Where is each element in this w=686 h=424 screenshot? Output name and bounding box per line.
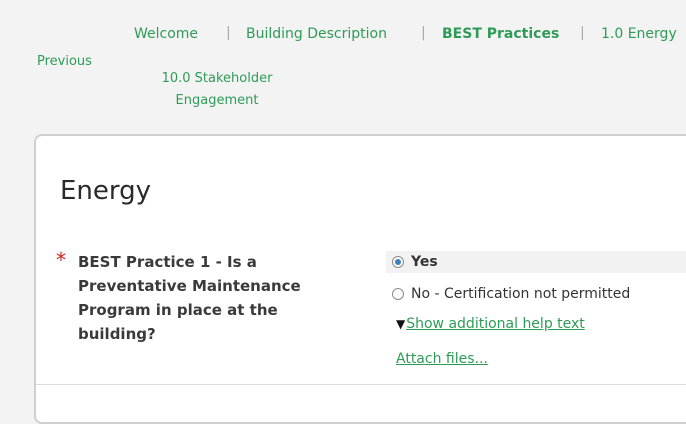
question-line1: BEST Practice 1 - Is a	[78, 253, 257, 271]
required-marker: *	[56, 248, 66, 272]
nav-separator: |	[421, 25, 426, 41]
option-no-label: No - Certification not permitted	[411, 286, 631, 302]
triangle-down-icon: ▼	[396, 317, 406, 331]
nav-best-practices[interactable]: BEST Practices	[442, 26, 559, 42]
question-label: BEST Practice 1 - Is a Preventative Main…	[78, 250, 348, 346]
option-yes[interactable]: Yes	[386, 251, 686, 273]
nav-stakeholder-engagement[interactable]: 10.0 Stakeholder Engagement	[132, 68, 302, 112]
question-line3: Program in place at the	[78, 301, 278, 319]
panel-title: Energy	[60, 176, 152, 206]
nav-welcome[interactable]: Welcome	[134, 26, 198, 42]
show-help-link[interactable]: Show additional help text	[406, 316, 585, 332]
previous-link[interactable]: Previous	[37, 54, 92, 69]
radio-yes[interactable]	[392, 256, 404, 268]
nav-separator: |	[226, 25, 231, 41]
nav-separator: |	[580, 25, 585, 41]
nav-stakeholder-line2: Engagement	[175, 93, 259, 108]
option-no[interactable]: No - Certification not permitted	[392, 286, 630, 302]
question-line2: Preventative Maintenance	[78, 277, 301, 295]
nav-energy[interactable]: 1.0 Energy	[601, 26, 677, 42]
question-line4: building?	[78, 325, 156, 343]
energy-panel: Energy * BEST Practice 1 - Is a Preventa…	[34, 134, 686, 424]
radio-no[interactable]	[392, 288, 404, 300]
help-toggle[interactable]: ▼Show additional help text	[396, 316, 585, 332]
option-yes-label: Yes	[411, 254, 438, 270]
divider	[36, 384, 686, 385]
nav-building-description[interactable]: Building Description	[246, 26, 387, 42]
attach-files-link[interactable]: Attach files...	[396, 351, 488, 367]
nav-stakeholder-line1: 10.0 Stakeholder	[161, 71, 273, 86]
top-navigation: Welcome | Building Description | BEST Pr…	[0, 0, 686, 130]
